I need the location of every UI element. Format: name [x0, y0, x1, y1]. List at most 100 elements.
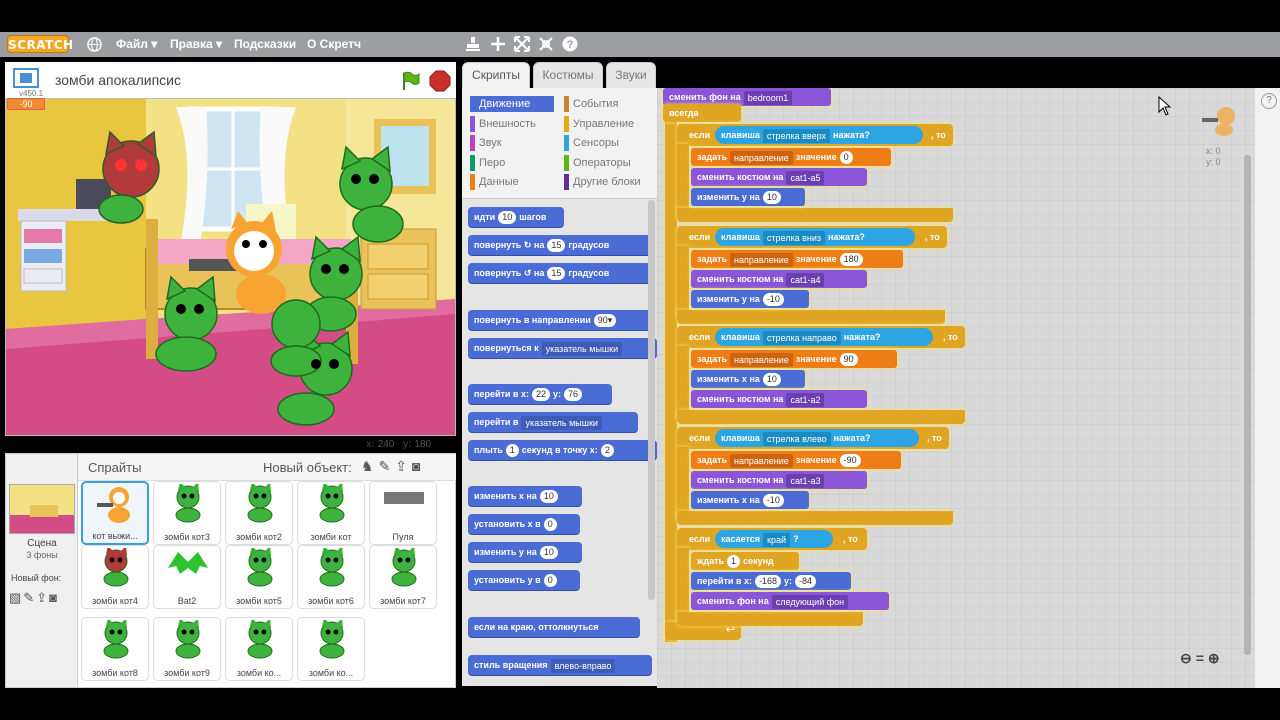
menu-file[interactable]: Файл ▾ — [116, 37, 157, 51]
backdrop-library-icon[interactable]: ▧ — [9, 590, 21, 606]
tab-costumes[interactable]: Костюмы — [533, 62, 603, 88]
grow-icon[interactable] — [514, 36, 530, 52]
block-point-direction[interactable]: повернуть в направлении90▾ — [468, 310, 654, 330]
tab-sounds[interactable]: Звуки — [606, 62, 656, 88]
category-3[interactable]: Перо — [470, 155, 505, 171]
upload-sprite-icon[interactable]: ⇪ — [395, 458, 407, 475]
language-globe-icon[interactable] — [87, 37, 102, 52]
help-tips-icon[interactable]: ? — [1261, 93, 1277, 109]
category-2[interactable]: Звук — [470, 135, 502, 151]
category-9[interactable]: Другие блоки — [564, 174, 641, 190]
sprite-tile[interactable]: Bat2 — [153, 545, 221, 609]
sprite-name: зомби кот2 — [226, 532, 292, 542]
zoom-out-icon[interactable]: ⊖ — [1180, 650, 1192, 667]
sprite-tile[interactable]: зомби кот8 — [81, 617, 149, 681]
mouse-cursor-icon — [1158, 96, 1172, 116]
sprite-tile[interactable]: Пуля — [369, 481, 437, 545]
block-bounce-edge[interactable]: если на краю, оттолкнуться — [468, 617, 640, 637]
tab-scripts[interactable]: Скрипты — [462, 62, 530, 90]
category-1[interactable]: Внешность — [470, 116, 536, 132]
paint-backdrop-icon[interactable]: ✎ — [23, 590, 34, 606]
block-glide[interactable]: плыть1секунд в точку x:2 — [468, 440, 657, 460]
block-goto-xy-script[interactable]: перейти в x:-168y:-84 — [691, 572, 851, 590]
block-switch-costume-a2[interactable]: сменить костюм наcat1-a2 — [691, 390, 867, 408]
block-change-x[interactable]: изменить х на10 — [468, 486, 582, 506]
block-switch-backdrop-next[interactable]: сменить фон наследующий фон — [691, 592, 889, 610]
block-set-y[interactable]: установить у в0 — [468, 570, 580, 590]
stop-icon[interactable] — [429, 70, 451, 92]
block-move-steps[interactable]: идти10шагов — [468, 207, 564, 227]
sprite-tile[interactable]: зомби кот — [297, 481, 365, 545]
key-pressed-up[interactable]: клавишастрелка вверхнажата? — [715, 126, 923, 144]
key-pressed-down[interactable]: клавишастрелка внизнажата? — [715, 228, 915, 246]
upload-backdrop-icon[interactable]: ⇪ — [36, 590, 47, 606]
block-switch-costume-a4[interactable]: сменить костюм наcat1-a4 — [691, 270, 867, 288]
menu-about[interactable]: О Скретч — [307, 37, 361, 51]
sprite-tile[interactable]: зомби кот9 — [153, 617, 221, 681]
block-goto[interactable]: перейти вуказатель мышки — [468, 412, 638, 432]
stage-thumbnail[interactable] — [9, 484, 75, 534]
category-0[interactable]: Движение — [470, 96, 554, 112]
block-wait[interactable]: ждать1секунд — [691, 552, 799, 570]
scripts-area[interactable]: сменить фон наbedroom1 всегда ↩ если кла… — [657, 88, 1255, 688]
scripts-scrollbar[interactable] — [1244, 155, 1251, 655]
sprite-tile[interactable]: кот выжи... — [81, 481, 149, 545]
block-point-towards[interactable]: повернуться куказатель мышки — [468, 338, 657, 358]
block-switch-costume-a3[interactable]: сменить костюм наcat1-a3 — [691, 471, 867, 489]
key-pressed-right[interactable]: клавишастрелка направонажата? — [715, 328, 933, 346]
touching-edge[interactable]: касаетсякрай? — [715, 530, 833, 548]
block-forever[interactable]: всегда — [663, 104, 741, 122]
block-goto-xy[interactable]: перейти в x:22y:76 — [468, 384, 612, 404]
help-icon[interactable]: ? — [562, 36, 578, 52]
sprite-tile[interactable]: зомби кот3 — [153, 481, 221, 545]
menu-edit[interactable]: Правка ▾ — [170, 37, 222, 51]
sprite-tile[interactable]: зомби кот4 — [81, 545, 149, 609]
block-set-direction-0[interactable]: задатьнаправлениезначение0 — [691, 148, 891, 166]
block-switch-costume-a5[interactable]: сменить костюм наcat1-a5 — [691, 168, 867, 186]
block-rotation-style[interactable]: стиль вращениявлево-вправо — [468, 655, 652, 675]
menu-tips[interactable]: Подсказки — [234, 37, 296, 51]
block-change-x-neg10[interactable]: изменить х на-10 — [691, 491, 809, 509]
block-turn-left[interactable]: повернуть ↺ на15градусов — [468, 263, 654, 283]
sprite-library-icon[interactable]: ♞ — [361, 458, 374, 475]
if-label: если — [683, 429, 713, 447]
project-title[interactable]: зомби апокалипсис — [55, 72, 181, 88]
paint-sprite-icon[interactable]: ✎ — [379, 458, 391, 475]
block-turn-right[interactable]: повернуть ↻ на15градусов — [468, 235, 654, 255]
block-change-y-neg10[interactable]: изменить у на-10 — [691, 290, 809, 308]
palette-scrollbar[interactable] — [648, 200, 655, 600]
camera-backdrop-icon[interactable]: ◙ — [49, 590, 57, 606]
scratch-logo[interactable]: SCRATCH — [7, 35, 69, 53]
zoom-in-icon[interactable]: ⊕ — [1208, 650, 1220, 667]
sprite-tile[interactable]: зомби ко... — [297, 617, 365, 681]
direction-badge: -90 — [7, 98, 45, 110]
sprite-tile[interactable]: зомби ко... — [225, 617, 293, 681]
block-set-direction-180[interactable]: задатьнаправлениезначение180 — [691, 250, 903, 268]
cut-scissors-icon[interactable] — [490, 36, 506, 52]
block-set-direction-neg90[interactable]: задатьнаправлениезначение-90 — [691, 451, 901, 469]
category-7[interactable]: Сенсоры — [564, 135, 619, 151]
block-set-direction-90[interactable]: задатьнаправлениезначение90 — [691, 350, 897, 368]
zoom-reset-icon[interactable]: = — [1196, 650, 1204, 667]
sprite-tile[interactable]: зомби кот5 — [225, 545, 293, 609]
block-change-y-10[interactable]: изменить у на10 — [691, 188, 805, 206]
camera-sprite-icon[interactable]: ◙ — [412, 458, 420, 475]
category-8[interactable]: Операторы — [564, 155, 631, 171]
category-5[interactable]: События — [564, 96, 618, 112]
block-set-x[interactable]: установить х в0 — [468, 514, 580, 534]
green-flag-icon[interactable] — [399, 70, 421, 92]
shrink-icon[interactable] — [538, 36, 554, 52]
category-6[interactable]: Управление — [564, 116, 634, 132]
sprite-thumb — [240, 484, 280, 524]
block-change-x-10[interactable]: изменить х на10 — [691, 370, 805, 388]
sprite-tile[interactable]: зомби кот6 — [297, 545, 365, 609]
key-pressed-left[interactable]: клавишастрелка влевонажата? — [715, 429, 919, 447]
stage-canvas[interactable] — [5, 98, 456, 436]
block-change-y[interactable]: изменить у на10 — [468, 542, 582, 562]
duplicate-stamp-icon[interactable] — [465, 36, 481, 52]
fullscreen-icon[interactable] — [13, 68, 39, 88]
category-4[interactable]: Данные — [470, 174, 519, 190]
sprite-tile[interactable]: зомби кот2 — [225, 481, 293, 545]
sprites-header: Спрайты Новый объект: ♞ ✎ ⇪ ◙ — [78, 454, 456, 481]
sprite-tile[interactable]: зомби кот7 — [369, 545, 437, 609]
